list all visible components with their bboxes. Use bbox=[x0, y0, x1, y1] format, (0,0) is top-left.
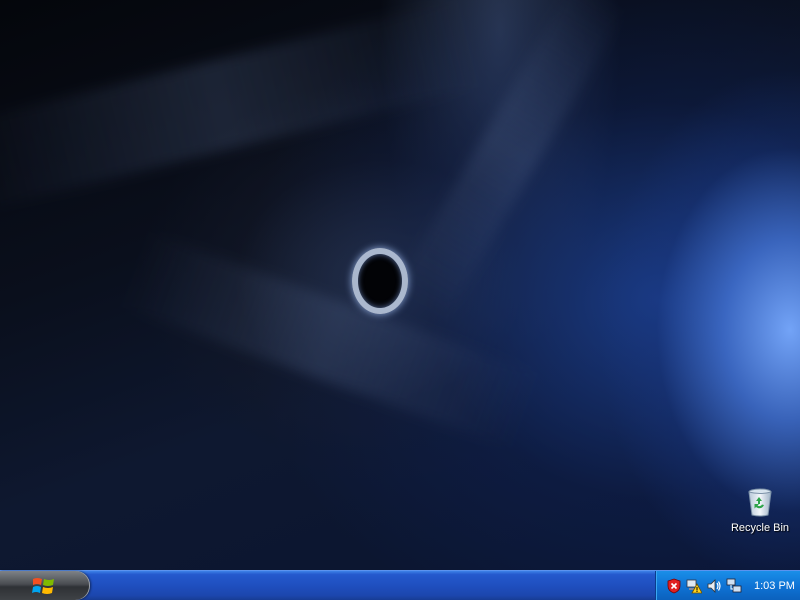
wallpaper-ring bbox=[352, 248, 408, 314]
desktop-wallpaper[interactable]: Recycle Bin bbox=[0, 0, 800, 570]
wallpaper-streak bbox=[394, 0, 626, 321]
windows-flag-icon bbox=[32, 578, 54, 594]
volume-icon[interactable] bbox=[706, 578, 722, 594]
start-button[interactable]: start bbox=[0, 571, 90, 600]
security-shield-icon[interactable] bbox=[666, 578, 682, 594]
clock[interactable]: 1:03 PM bbox=[754, 580, 795, 592]
wallpaper-streak bbox=[118, 230, 542, 450]
network-connections-icon[interactable] bbox=[726, 578, 742, 594]
taskbar: start 1:03 PM bbox=[0, 570, 800, 600]
recycle-bin-icon bbox=[748, 488, 772, 517]
system-tray: 1:03 PM bbox=[655, 571, 800, 600]
recycle-bin-label: Recycle Bin bbox=[730, 522, 790, 534]
network-warning-icon[interactable] bbox=[686, 578, 702, 594]
recycle-bin-desktop-icon[interactable]: Recycle Bin bbox=[724, 486, 796, 534]
wallpaper-streak bbox=[0, 0, 484, 212]
